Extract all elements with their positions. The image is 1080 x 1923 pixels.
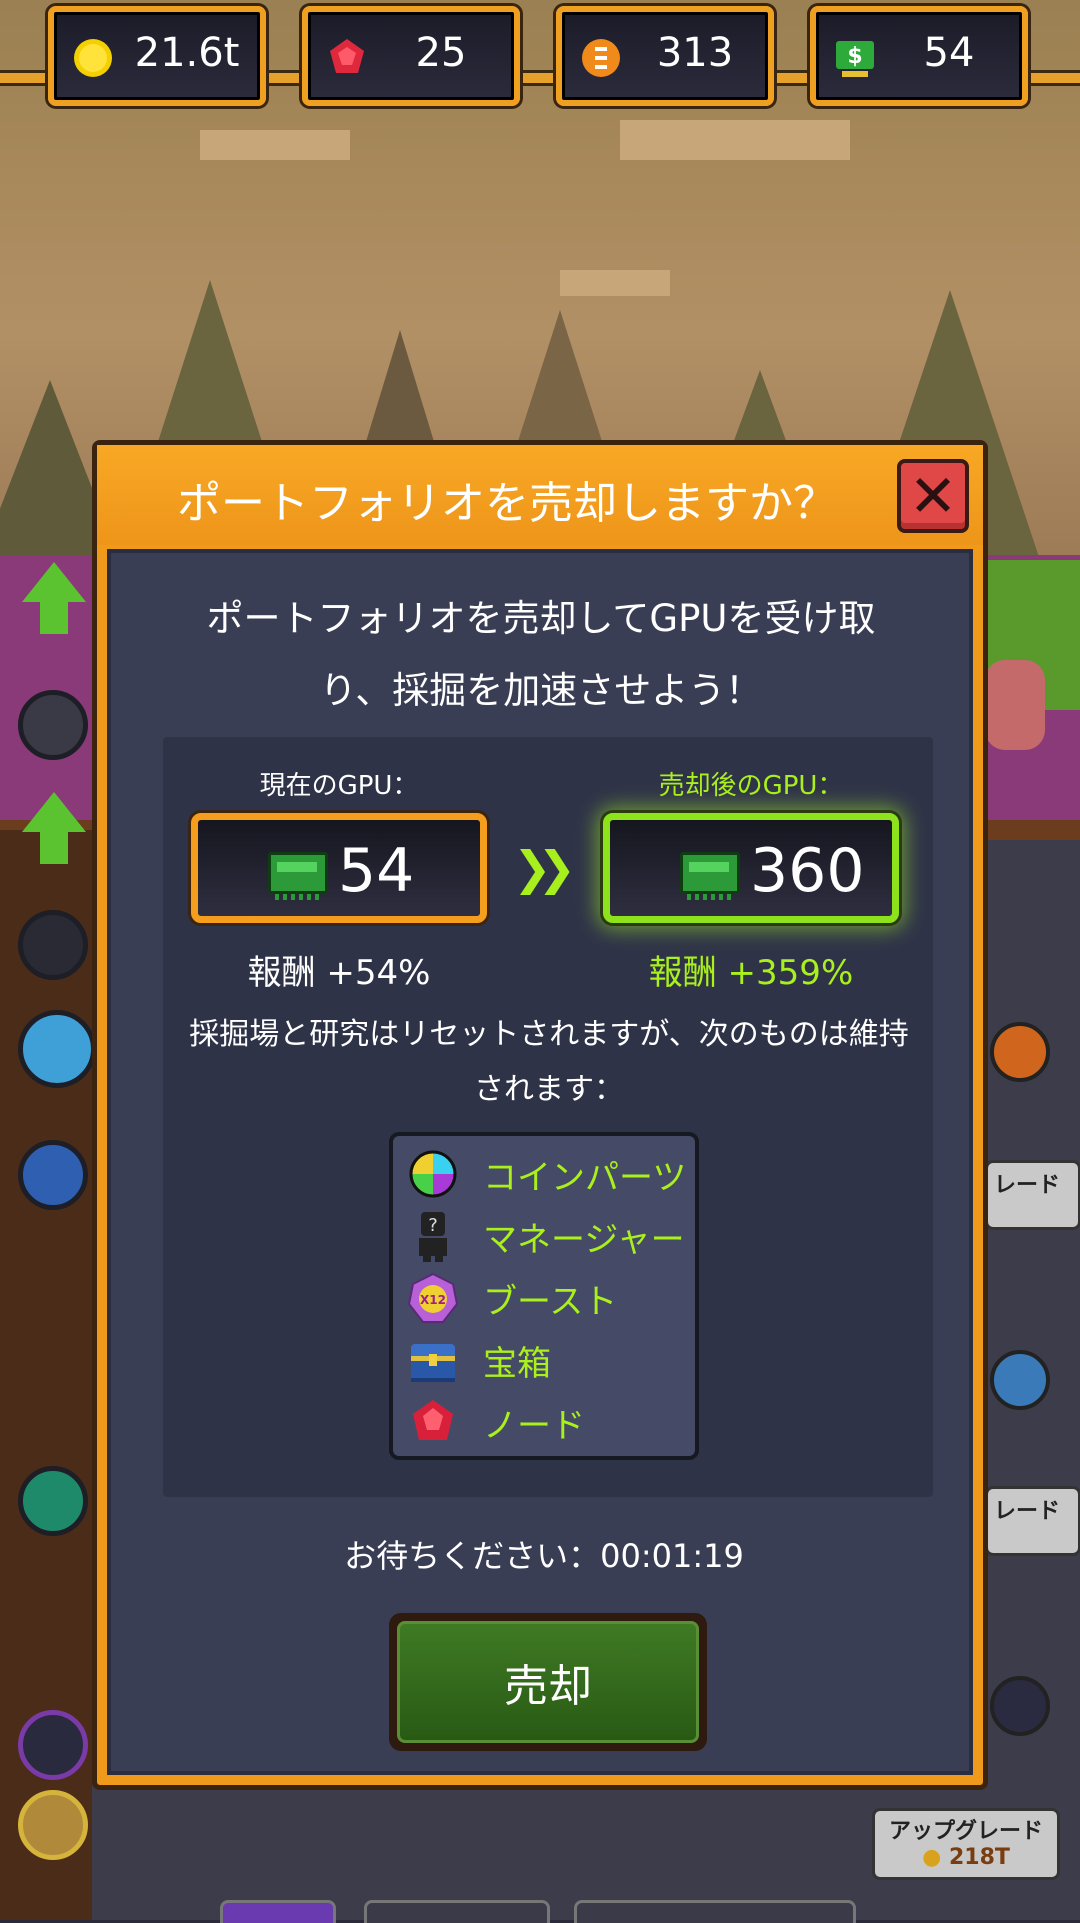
new-reward: 報酬 +359% [648, 953, 854, 993]
list-item: ノード [407, 1392, 687, 1448]
current-gpu-value: 54 [338, 836, 415, 906]
node-icon [407, 1396, 459, 1448]
upgrade-label: アップグレード [888, 1819, 1043, 1844]
reset-note-line-2: されます： [474, 1072, 624, 1107]
new-gpu-box: 360 [603, 813, 899, 923]
sell-portfolio-dialog: ポートフォリオを売却しますか？ ✕ ポートフォリオを売却してGPUを受け取 り、… [92, 440, 988, 1790]
upgrade-button-partial-1[interactable]: レード [985, 1160, 1080, 1230]
kept-item-label: コインパーツ [483, 1158, 687, 1198]
pig-character [985, 660, 1045, 750]
cash-icon: $ [834, 37, 876, 79]
solana-coin-button[interactable] [18, 1710, 88, 1780]
cloud [620, 120, 850, 160]
sell-button-label: 売却 [504, 1661, 592, 1712]
gpu-info-panel: 現在のGPU： 売却後のGPU： 54 ❯❯ 360 報酬 +54% 報酬 +3… [163, 737, 933, 1497]
new-gpu-value: 360 [750, 836, 865, 906]
token-value: 313 [656, 30, 734, 76]
cloud [200, 130, 350, 160]
current-gpu-box: 54 [191, 813, 487, 923]
current-reward: 報酬 +54% [247, 953, 431, 993]
solana-coin-icon [990, 1676, 1050, 1736]
manager-icon: ? [407, 1210, 459, 1262]
dialog-body: ポートフォリオを売却してGPUを受け取 り、採掘を加速させよう！ 現在のGPU：… [107, 549, 973, 1775]
kept-item-label: ノード [483, 1406, 585, 1446]
svg-text:X12: X12 [420, 1293, 446, 1307]
gpu-icon [268, 852, 328, 900]
list-item: 宝箱 [407, 1330, 687, 1386]
shiba-coin-icon [990, 1022, 1050, 1082]
close-icon: ✕ [908, 462, 958, 530]
intro-text: ポートフォリオを売却してGPUを受け取 り、採掘を加速させよう！ [151, 583, 931, 727]
current-gpu-label: 現在のGPU： [259, 771, 419, 801]
upgrade-button[interactable]: アップグレード ● 218T [872, 1808, 1060, 1880]
red-gem-icon [326, 37, 368, 79]
gem-counter[interactable]: 25 [302, 6, 520, 106]
orange-token-icon [580, 37, 622, 79]
boost-icon: X12 [407, 1272, 459, 1324]
kept-item-label: 宝箱 [483, 1344, 551, 1384]
close-button[interactable]: ✕ [897, 459, 969, 533]
kept-item-label: ブースト [483, 1282, 618, 1322]
coin-parts-icon [407, 1148, 459, 1200]
coin-button[interactable] [18, 910, 88, 980]
gold-coin-icon [72, 37, 114, 79]
gem-value: 25 [415, 30, 467, 76]
gold-coin-value: 21.6t [134, 30, 240, 76]
double-chevron-right-icon: ❯❯ [513, 841, 576, 895]
kept-item-label: マネージャー [483, 1220, 685, 1260]
t-coin-button[interactable] [18, 1466, 88, 1536]
sell-button-face: 売却 [397, 1621, 699, 1743]
s-coin-icon [990, 1350, 1050, 1410]
kept-items-list: コインパーツ ? マネージャー X12 ブースト 宝箱 ノード [389, 1132, 699, 1460]
svg-text:?: ? [428, 1215, 438, 1236]
list-item: コインパーツ [407, 1144, 687, 1200]
cash-value: 54 [923, 30, 975, 76]
list-item: X12 ブースト [407, 1268, 687, 1324]
list-item: ? マネージャー [407, 1206, 687, 1262]
hexagon-coin-button[interactable] [18, 1140, 88, 1210]
cash-counter[interactable]: $ 54 [810, 6, 1028, 106]
reset-note-line-1: 採掘場と研究はリセットされますが、次のものは維持 [189, 1017, 909, 1052]
token-counter[interactable]: 313 [556, 6, 774, 106]
gpu-icon [680, 852, 740, 900]
reset-note: 採掘場と研究はリセットされますが、次のものは維持 されます： [171, 1007, 927, 1117]
svg-text:$: $ [847, 44, 862, 69]
gold-coin-counter[interactable]: 21.6t [48, 6, 266, 106]
treasure-chest-icon [407, 1334, 459, 1386]
intro-line-2: り、採掘を加速させよう！ [319, 669, 763, 712]
intro-line-1: ポートフォリオを売却してGPUを受け取 [206, 597, 876, 640]
doge-coin-button[interactable] [18, 1790, 88, 1860]
resource-bar: 21.6t 25 313 $ 54 [0, 0, 1080, 110]
dialog-header: ポートフォリオを売却しますか？ ✕ [97, 445, 983, 545]
eth-coin-button[interactable] [18, 690, 88, 760]
s-coin-button[interactable] [18, 1010, 96, 1088]
sell-button[interactable]: 売却 [389, 1613, 707, 1751]
upgrade-cost: ● 218T [922, 1845, 1010, 1870]
coin-icon: ● [922, 1845, 942, 1870]
new-gpu-label: 売却後のGPU： [658, 771, 844, 801]
upgrade-button-partial-2[interactable]: レード [985, 1486, 1080, 1556]
wait-timer: お待ちください：00:01:19 [344, 1537, 744, 1575]
dialog-title: ポートフォリオを売却しますか？ [177, 478, 837, 529]
